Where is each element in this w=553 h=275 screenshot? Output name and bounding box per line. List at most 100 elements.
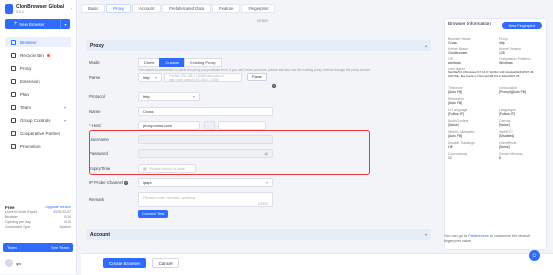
tab-feature[interactable]: Feature bbox=[212, 4, 241, 13]
create-browser-button[interactable]: Create Browser bbox=[103, 258, 146, 268]
user-name: qw bbox=[16, 260, 22, 266]
info-item: Languages [Follow IP] bbox=[499, 108, 516, 117]
info-item: Geolocation [Prompt][Auto Fill] bbox=[499, 86, 526, 95]
info-item: ClientRects [Noise] bbox=[499, 141, 517, 150]
plus-icon: + bbox=[14, 21, 18, 27]
sidebar-item-browser[interactable]: Browser bbox=[5, 37, 71, 47]
parse-input[interactable]: Format: 192.168.1.1:8080:user:pass or ht… bbox=[164, 73, 242, 82]
new-fingerprint-button[interactable]: New Fingerprint bbox=[502, 22, 542, 29]
info-footer: You can go to Preferences to customize t… bbox=[444, 234, 530, 243]
chevron-down-icon: ▾ bbox=[424, 232, 427, 237]
help-icon[interactable]: ? bbox=[123, 181, 128, 185]
promotion-icon bbox=[11, 143, 16, 149]
protocol-select[interactable]: http ▾ bbox=[138, 92, 200, 101]
mode-label: Mode bbox=[89, 60, 100, 65]
info-item: WebRTC [Disabled] bbox=[499, 130, 515, 139]
plan-icon bbox=[11, 91, 16, 97]
info-item: Disable Trackings Off bbox=[448, 141, 475, 150]
sidebar-item-proxy[interactable]: Proxy bbox=[5, 63, 71, 73]
protocol-label: Protocol bbox=[89, 94, 105, 99]
group-icon bbox=[11, 117, 16, 123]
parse-button[interactable]: Parse bbox=[247, 73, 267, 81]
port-input[interactable] bbox=[204, 121, 215, 130]
name-label: Name bbox=[89, 109, 101, 114]
chevron-down-icon: ▾ bbox=[63, 117, 66, 123]
sidebar-item-plan[interactable]: Plan bbox=[5, 89, 71, 99]
ip-probe-label: IP Probe Channel? bbox=[89, 180, 128, 185]
browser-info-title: Browser Information bbox=[448, 22, 491, 27]
trash-icon bbox=[11, 52, 16, 58]
tab-account[interactable]: Account bbox=[131, 4, 162, 13]
chevron-up-icon: ▴ bbox=[424, 43, 427, 48]
chevron-down-icon: ▾ bbox=[192, 94, 195, 99]
tab-prefabricated-data[interactable]: Prefabricated Data bbox=[162, 4, 212, 13]
browser-info-panel: Browser Information New Fingerprint Brow… bbox=[444, 18, 547, 250]
remark-char-counter: 0/1500 bbox=[257, 202, 268, 206]
team-label: Team bbox=[7, 245, 17, 250]
puzzle-icon bbox=[11, 78, 16, 84]
browser-icon bbox=[11, 39, 16, 45]
host-input[interactable]: proxy.cross.com bbox=[138, 121, 200, 130]
app-version: 5.0.4 bbox=[16, 9, 24, 14]
parse-type-select[interactable]: http ▾ bbox=[138, 73, 162, 82]
sidebar-item-extension[interactable]: Extension bbox=[5, 76, 71, 86]
new-browser-button[interactable]: + New Browser ▾ bbox=[5, 19, 70, 29]
editor-tabs: Basic Proxy Account Prefabricated Data F… bbox=[81, 4, 276, 13]
sidebar-item-group-controls[interactable]: Group Controls ▾ bbox=[5, 115, 71, 125]
proxy-section-header[interactable]: Proxy ▴ bbox=[86, 40, 431, 51]
info-item: Device Memory 8 bbox=[499, 152, 523, 161]
info-item: Resolution [Auto Fill] bbox=[448, 97, 465, 106]
remark-textarea[interactable]: Please enter remark, optional 0/1500 bbox=[138, 192, 273, 207]
info-item: WebGL Metadata [Auto Fill] bbox=[448, 130, 475, 139]
sidebar-item-promotion[interactable]: Promotion bbox=[5, 141, 71, 151]
plan-panel: Free Upgrade version Current Order Expiry… bbox=[5, 205, 71, 229]
collapse-sidebar-icon[interactable]: ‹ bbox=[71, 6, 73, 12]
help-icon[interactable]: ? bbox=[271, 74, 276, 92]
info-item: Compilation Platform Windows bbox=[499, 57, 531, 66]
new-browser-dropdown-icon[interactable]: ▾ bbox=[60, 19, 70, 29]
mode-existing-proxy[interactable]: Existing Proxy bbox=[184, 58, 222, 67]
new-browser-label: New Browser bbox=[19, 21, 45, 27]
info-item: OS windows bbox=[448, 57, 462, 66]
avatar bbox=[5, 259, 13, 267]
partner-icon bbox=[11, 130, 16, 136]
sidebar-item-team[interactable]: Team ▾ bbox=[5, 102, 71, 112]
tab-basic[interactable]: Basic bbox=[81, 4, 106, 13]
host-label: * Host bbox=[89, 123, 101, 128]
remark-label: Remark bbox=[89, 197, 105, 202]
app-logo: ClonBrowser Global 5.0.4 bbox=[5, 4, 64, 14]
mode-direct[interactable]: Direct bbox=[138, 58, 161, 67]
team-bar[interactable]: Team See Team bbox=[3, 243, 73, 252]
chevron-down-icon: ▾ bbox=[154, 75, 157, 80]
name-input[interactable]: Cross bbox=[138, 107, 273, 116]
ip-probe-select[interactable]: ipapi ▾ bbox=[138, 178, 273, 187]
port-value-input[interactable] bbox=[218, 121, 266, 130]
account-section-header[interactable]: Account ▾ bbox=[86, 229, 431, 240]
team-icon bbox=[11, 104, 16, 110]
sidebar-item-cooperative-partner[interactable]: Cooperative Partner bbox=[5, 128, 71, 138]
info-item: Kernel Brand ClonBrowser bbox=[448, 47, 468, 56]
tab-fingerprint[interactable]: Fingerprint bbox=[241, 4, 276, 13]
user-menu[interactable]: qw bbox=[5, 259, 71, 267]
info-item: User Agent Mozilla/5.0 (Windows NT 10.0; … bbox=[448, 67, 534, 78]
preferences-link[interactable]: Preferences bbox=[468, 234, 488, 238]
info-item: UI Language [Follow IP] bbox=[448, 108, 468, 117]
top-char-counter: 0/1500 bbox=[257, 19, 268, 23]
parse-label: Parse bbox=[89, 75, 101, 80]
tab-proxy[interactable]: Proxy bbox=[106, 4, 131, 13]
see-team-link[interactable]: See Team bbox=[51, 245, 69, 250]
info-item: Browser Name Cross bbox=[448, 37, 471, 46]
info-item: Canvas [Noise] bbox=[499, 119, 511, 128]
connect-test-button[interactable]: Connect Test bbox=[138, 210, 168, 218]
cancel-button[interactable]: Cancel bbox=[152, 258, 179, 268]
mode-custom[interactable]: Custom bbox=[159, 58, 186, 67]
sidebar-item-recycle-bin[interactable]: Recycle Bin bbox=[5, 50, 71, 60]
sidebar: ClonBrowser Global 5.0.4 ‹ + New Browser… bbox=[0, 0, 77, 274]
notification-dot bbox=[46, 53, 50, 57]
clonbrowser-logo-icon bbox=[5, 4, 13, 14]
support-chat-icon[interactable]: ☺ bbox=[529, 250, 540, 261]
info-item: Timezone [Auto Fill] bbox=[448, 86, 463, 95]
info-item: Proxy http bbox=[499, 37, 508, 46]
app-brand: ClonBrowser Global bbox=[16, 3, 65, 10]
highlight-box bbox=[89, 130, 370, 175]
